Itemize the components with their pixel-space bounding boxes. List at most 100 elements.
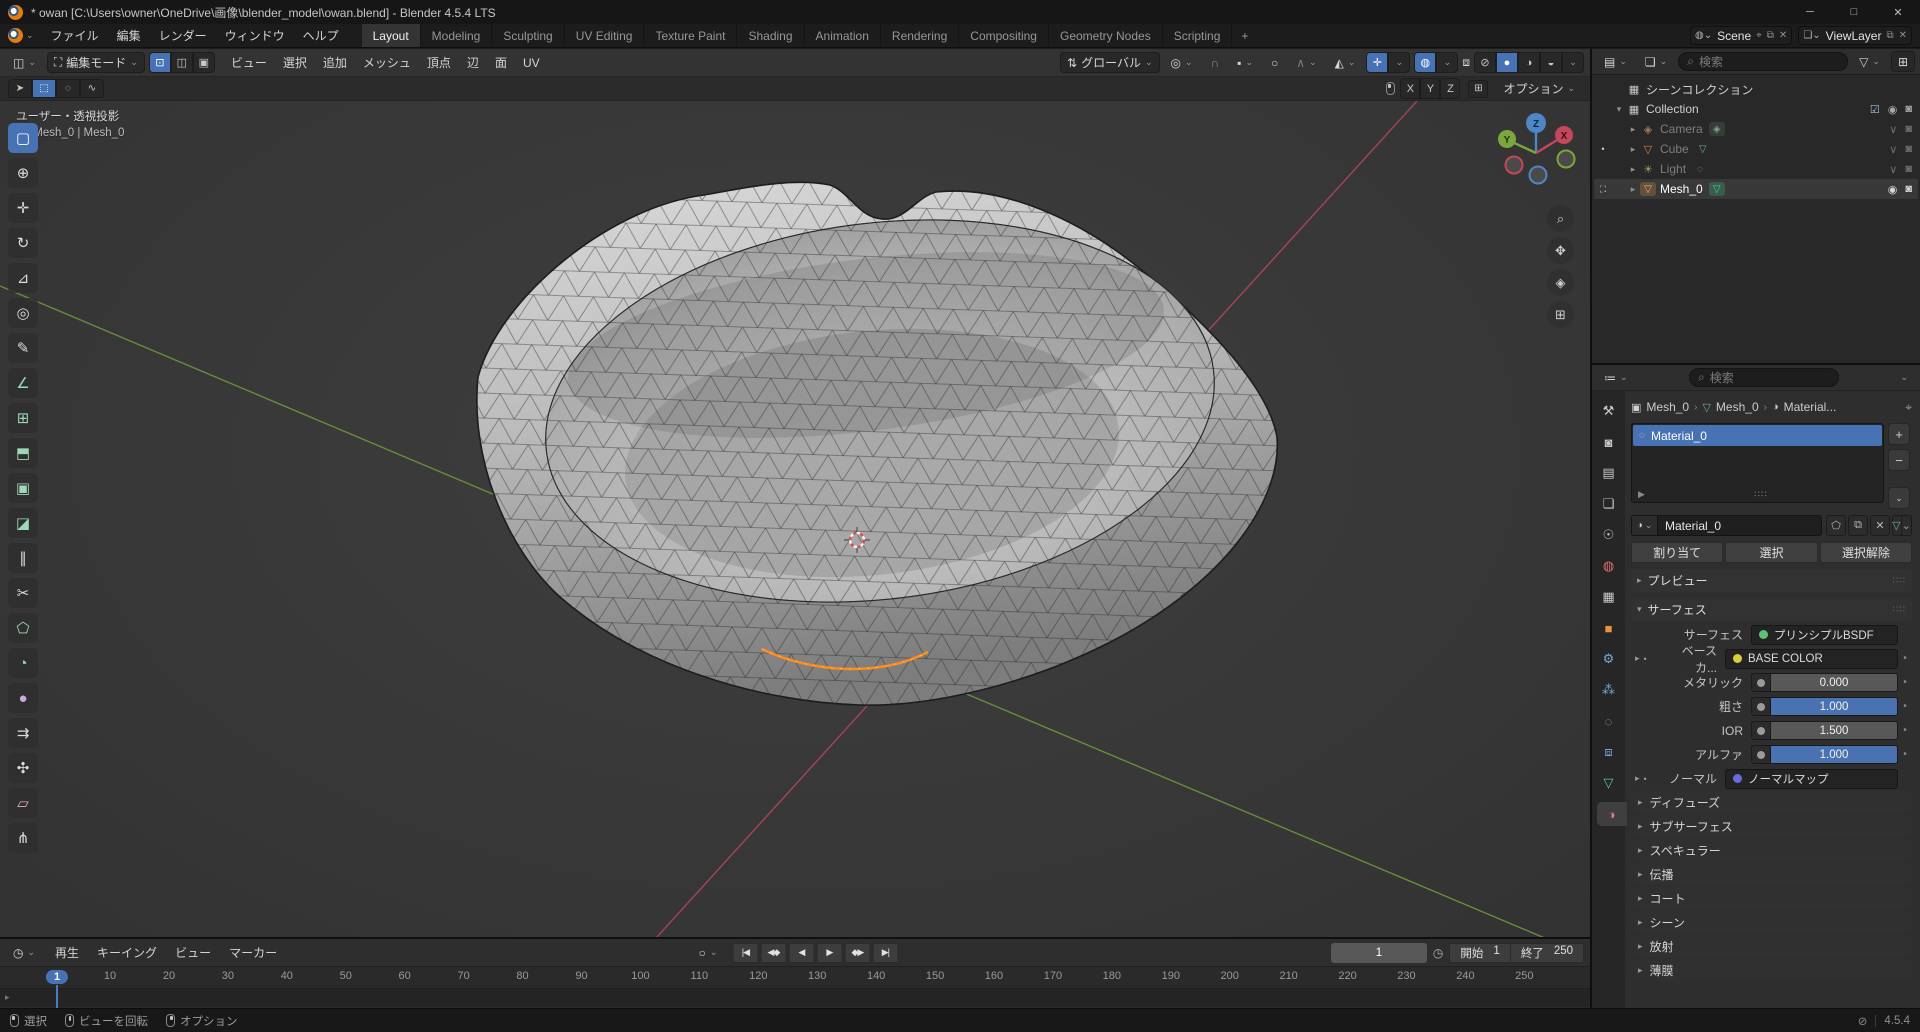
timeline-menu-item[interactable]: ビュー <box>166 939 220 967</box>
breadcrumb-object[interactable]: Mesh_0 <box>1646 400 1689 414</box>
playback-button[interactable]: ◀◆ <box>760 943 786 963</box>
tool-scale[interactable]: ⊿ <box>8 263 38 293</box>
hide-eye-icon[interactable]: ◉ <box>1888 103 1898 116</box>
tool-rip-region[interactable]: ⋔ <box>8 823 38 853</box>
timeline-menu-item[interactable]: マーカー <box>220 939 286 967</box>
expand-icon[interactable]: ▸ <box>1626 144 1640 155</box>
snap-magnet-toggle[interactable]: ∩ <box>1204 52 1227 73</box>
transform-orientation-dropdown[interactable]: ⇅ グローバル⌄ <box>1060 52 1160 73</box>
viewport-menu-item[interactable]: ビュー <box>223 49 275 77</box>
expand-icon[interactable]: ▾ <box>1612 104 1626 115</box>
tab-modeling[interactable]: Modeling <box>421 24 493 47</box>
select-box-mode[interactable]: ⬚ <box>32 79 56 98</box>
tool-smooth[interactable]: ● <box>8 683 38 713</box>
timeline-menu-item[interactable]: キーイング <box>88 939 166 967</box>
navigation-gizmo[interactable]: Z Y X <box>1494 109 1578 189</box>
tool-annotate[interactable]: ✎ <box>8 333 38 363</box>
ior-socket-icon[interactable] <box>1751 721 1771 740</box>
assign-button[interactable]: 選択 <box>1725 542 1817 563</box>
collapsed-panel[interactable]: ▸伝播 <box>1631 863 1912 885</box>
mirror-axis-toggle[interactable]: X <box>1400 78 1420 99</box>
edge-select-button[interactable]: ◫ <box>171 52 193 73</box>
current-frame-field[interactable]: 1 <box>1331 943 1427 963</box>
timeline-menu-item[interactable]: 再生 <box>46 939 88 967</box>
exclude-checkbox[interactable]: ☑ <box>1870 103 1880 116</box>
object-type-visibility-dropdown[interactable]: ◭⌄ <box>1328 52 1363 73</box>
assign-button[interactable]: 選択解除 <box>1820 542 1912 563</box>
viewlayer-selector[interactable]: ❏⌄ ViewLayer ⧉ ✕ <box>1798 26 1912 45</box>
tool-rotate[interactable]: ↻ <box>8 228 38 258</box>
ior-slider[interactable]: 1.500 <box>1771 721 1898 740</box>
shading-wireframe-button[interactable]: ⊘ <box>1474 52 1496 73</box>
material-slot-list[interactable]: ◌ Material_0 ▶ ∷∷ <box>1631 423 1884 503</box>
outliner-filter-dropdown[interactable]: ▽⌄ <box>1852 51 1887 72</box>
channel-expand-icon[interactable]: ▸ <box>5 992 10 1003</box>
roughness-socket-icon[interactable] <box>1751 697 1771 716</box>
current-frame-indicator[interactable]: 1 <box>46 970 68 984</box>
tab-output[interactable]: ▤ <box>1596 461 1622 485</box>
panel-preview[interactable]: ▸ プレビュー ∷∷ <box>1631 569 1912 592</box>
outliner-row-mesh0[interactable]: ⛶ ▸ ▽ Mesh_0 ▽ ◉ ◙ <box>1594 179 1918 199</box>
playback-button[interactable]: ◀ <box>788 943 814 963</box>
shading-solid-button[interactable]: ● <box>1496 52 1518 73</box>
base-color-input[interactable]: BASE COLOR <box>1725 649 1898 669</box>
disable-render-icon[interactable]: ◙ <box>1905 143 1912 155</box>
editor-type-button[interactable]: ◫⌄ <box>6 52 43 73</box>
copy-material-icon[interactable]: ⧉ <box>1848 515 1868 536</box>
browse-material-dropdown[interactable]: ◑⌄ <box>1632 516 1658 535</box>
tool-inset-faces[interactable]: ▣ <box>8 473 38 503</box>
add-slot-button[interactable]: + <box>1888 423 1910 445</box>
tab-shading[interactable]: Shading <box>737 24 804 47</box>
maximize-button[interactable]: □ <box>1832 0 1876 24</box>
unlink-material-icon[interactable]: ✕ <box>1870 515 1890 536</box>
expand-icon[interactable]: ▸ <box>1635 653 1640 664</box>
properties-search-input[interactable]: ⌕ 検索 <box>1689 368 1839 387</box>
zoom-view-button[interactable]: ⌕ <box>1547 205 1574 232</box>
tab-object[interactable]: ■ <box>1596 616 1622 640</box>
select-lasso-mode[interactable]: ∿ <box>80 79 104 98</box>
collapsed-panel[interactable]: ▸ディフューズ <box>1631 791 1912 813</box>
properties-options-dropdown[interactable]: ⌄ <box>1893 367 1915 388</box>
proportional-falloff-dropdown[interactable]: ∧⌄ <box>1289 52 1323 73</box>
tab-material[interactable]: ◑ <box>1597 802 1627 826</box>
hide-eye-icon[interactable]: ∨ <box>1889 143 1897 156</box>
viewport-3d[interactable]: ◫⌄ ⛶ 編集モード ⌄ ⊡ ◫ ▣ ビュー選択追加メッシュ頂点辺面UV ⇅ グ… <box>0 49 1590 937</box>
tab-constraints[interactable]: ⧈ <box>1596 740 1622 764</box>
tab-object-data[interactable]: ▽ <box>1596 771 1622 795</box>
collapsed-panel[interactable]: ▸薄膜 <box>1631 959 1912 981</box>
pan-view-button[interactable]: ✥ <box>1547 237 1574 264</box>
collapsed-panel[interactable]: ▸コート <box>1631 887 1912 909</box>
mirror-axis-toggle[interactable]: Y <box>1420 78 1440 99</box>
menu-item[interactable]: 編集 <box>108 24 150 47</box>
normal-map-input[interactable]: ノーマルマップ <box>1725 769 1898 789</box>
remove-slot-button[interactable]: − <box>1888 449 1910 471</box>
vertex-select-button[interactable]: ⊡ <box>149 52 171 73</box>
tab-scripting[interactable]: Scripting <box>1163 24 1233 47</box>
playback-button[interactable]: ◆▶ <box>844 943 870 963</box>
assign-button[interactable]: 割り当て <box>1631 542 1723 563</box>
surface-shader-selector[interactable]: プリンシプルBSDF <box>1751 625 1898 645</box>
tool-options-dropdown[interactable]: オプション⌄ <box>1496 79 1582 98</box>
collapsed-panel[interactable]: ▸放射 <box>1631 935 1912 957</box>
viewport-menu-item[interactable]: UV <box>515 49 548 77</box>
overlays-toggle[interactable]: ◍ <box>1414 52 1436 73</box>
copy-icon[interactable]: ⧉ <box>1767 30 1774 41</box>
xray-toggle[interactable]: ⧈ <box>1462 55 1470 70</box>
timeline-editor-type-button[interactable]: ◷⌄ <box>6 942 42 963</box>
gizmos-dropdown[interactable]: ⌄ <box>1388 52 1410 73</box>
disable-render-icon[interactable]: ◙ <box>1905 103 1912 115</box>
minimize-button[interactable]: ─ <box>1788 0 1832 24</box>
overlays-dropdown[interactable]: ⌄ <box>1436 52 1458 73</box>
tool-poly-build[interactable]: ⬠ <box>8 613 38 643</box>
tool-extrude-region[interactable]: ⬒ <box>8 438 38 468</box>
hide-eye-icon[interactable]: ◉ <box>1888 183 1898 196</box>
tool-shrink-fatten[interactable]: ✣ <box>8 753 38 783</box>
tab-layout[interactable]: Layout <box>362 24 421 47</box>
alpha-socket-icon[interactable] <box>1751 745 1771 764</box>
tab-world[interactable]: ◍ <box>1596 554 1622 578</box>
tab-collection[interactable]: ▦ <box>1596 585 1622 609</box>
expand-icon[interactable]: ▸ <box>1635 773 1640 784</box>
tool-move[interactable]: ✛ <box>8 193 38 223</box>
toggle-perspective-button[interactable]: ⊞ <box>1547 301 1574 328</box>
breadcrumb-material[interactable]: Material... <box>1784 400 1837 414</box>
